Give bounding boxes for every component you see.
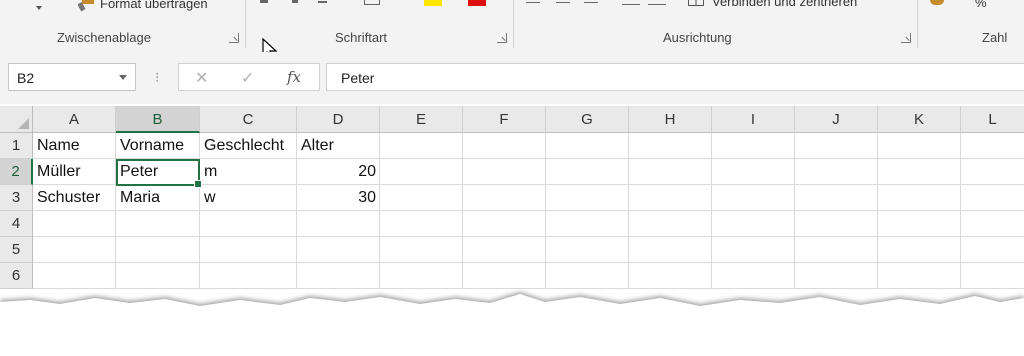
column-header-c[interactable]: C [200, 106, 297, 133]
align-left-button[interactable] [526, 2, 540, 3]
format-painter-icon [78, 0, 94, 12]
column-header-f[interactable]: F [463, 106, 546, 133]
column-header-d[interactable]: D [297, 106, 380, 133]
cell-c2[interactable]: m [200, 159, 297, 185]
column-header-e[interactable]: E [380, 106, 463, 133]
decrease-indent-button[interactable] [622, 4, 640, 5]
cell-a3[interactable]: Schuster [33, 185, 116, 211]
cell-b3[interactable]: Maria [116, 185, 200, 211]
accounting-format-icon[interactable] [930, 0, 944, 5]
torn-edge-decoration [0, 292, 1024, 356]
column-header-k[interactable]: K [878, 106, 961, 133]
formula-value: Peter [341, 70, 375, 86]
paste-dropdown-arrow-icon[interactable] [36, 6, 42, 10]
column-header-a[interactable]: A [33, 106, 116, 133]
increase-indent-button[interactable] [648, 4, 666, 5]
formula-input[interactable]: Peter [326, 63, 1024, 91]
column-header-b[interactable]: B [116, 106, 200, 133]
resize-handle-icon[interactable]: ⁝ [155, 70, 159, 84]
group-divider [513, 0, 514, 48]
format-painter-button[interactable]: Format übertragen [76, 0, 236, 16]
name-box[interactable]: B2 [8, 63, 136, 91]
font-group-label: Schriftart [335, 30, 388, 45]
cell-b1[interactable]: Vorname [116, 133, 200, 159]
clipboard-dialog-launcher-icon[interactable] [229, 33, 239, 43]
column-header-g[interactable]: G [546, 106, 629, 133]
cell-a2[interactable]: Müller [33, 159, 116, 185]
cell-c3[interactable]: w [200, 185, 297, 211]
align-center-button[interactable] [556, 2, 570, 3]
select-all-icon [18, 118, 29, 129]
italic-button[interactable] [292, 0, 298, 3]
cell-c1[interactable]: Geschlecht [200, 133, 297, 159]
column-header-l[interactable]: L [961, 106, 1024, 133]
underline-button[interactable] [318, 1, 327, 3]
align-right-button[interactable] [584, 2, 598, 3]
column-header-j[interactable]: J [795, 106, 878, 133]
merge-center-icon [688, 0, 704, 6]
cell-d3[interactable]: 30 [297, 185, 380, 211]
formula-buttons: ✕ ✓ fx [178, 63, 320, 91]
percent-style-button[interactable]: % [975, 0, 987, 10]
ribbon: Format übertragen Zwischenablage Schrift… [0, 0, 1024, 60]
name-box-dropdown-icon[interactable] [119, 75, 127, 80]
group-divider [917, 0, 918, 48]
fill-color-icon[interactable] [424, 0, 442, 6]
alignment-dialog-launcher-icon[interactable] [901, 33, 911, 43]
cell-b2[interactable]: Peter [116, 159, 200, 185]
name-box-value: B2 [17, 70, 35, 86]
group-divider [245, 0, 246, 48]
merge-center-button[interactable]: Verbinden und zentrieren [688, 0, 898, 12]
border-button[interactable] [364, 0, 380, 5]
format-painter-label: Format übertragen [100, 0, 208, 11]
cell-a1[interactable]: Name [33, 133, 116, 159]
alignment-group-label: Ausrichtung [663, 30, 732, 45]
column-header-h[interactable]: H [629, 106, 712, 133]
cell-d1[interactable]: Alter [297, 133, 380, 159]
font-color-icon[interactable] [468, 0, 486, 6]
cancel-icon[interactable]: ✕ [195, 68, 208, 88]
enter-icon[interactable]: ✓ [241, 68, 254, 88]
merge-center-label: Verbinden und zentrieren [712, 0, 858, 9]
formula-bar: B2 ⁝ ✕ ✓ fx Peter [0, 52, 1024, 104]
excel-window: Format übertragen Zwischenablage Schrift… [0, 0, 1024, 356]
select-all-button[interactable] [0, 106, 33, 133]
insert-function-icon[interactable]: fx [287, 68, 301, 86]
font-dialog-launcher-icon[interactable] [497, 33, 507, 43]
clipboard-group-label: Zwischenablage [57, 30, 151, 45]
cell-d2[interactable]: 20 [297, 159, 380, 185]
column-header-i[interactable]: I [712, 106, 795, 133]
bold-button[interactable] [260, 0, 268, 3]
number-group-label: Zahl [982, 30, 1008, 45]
